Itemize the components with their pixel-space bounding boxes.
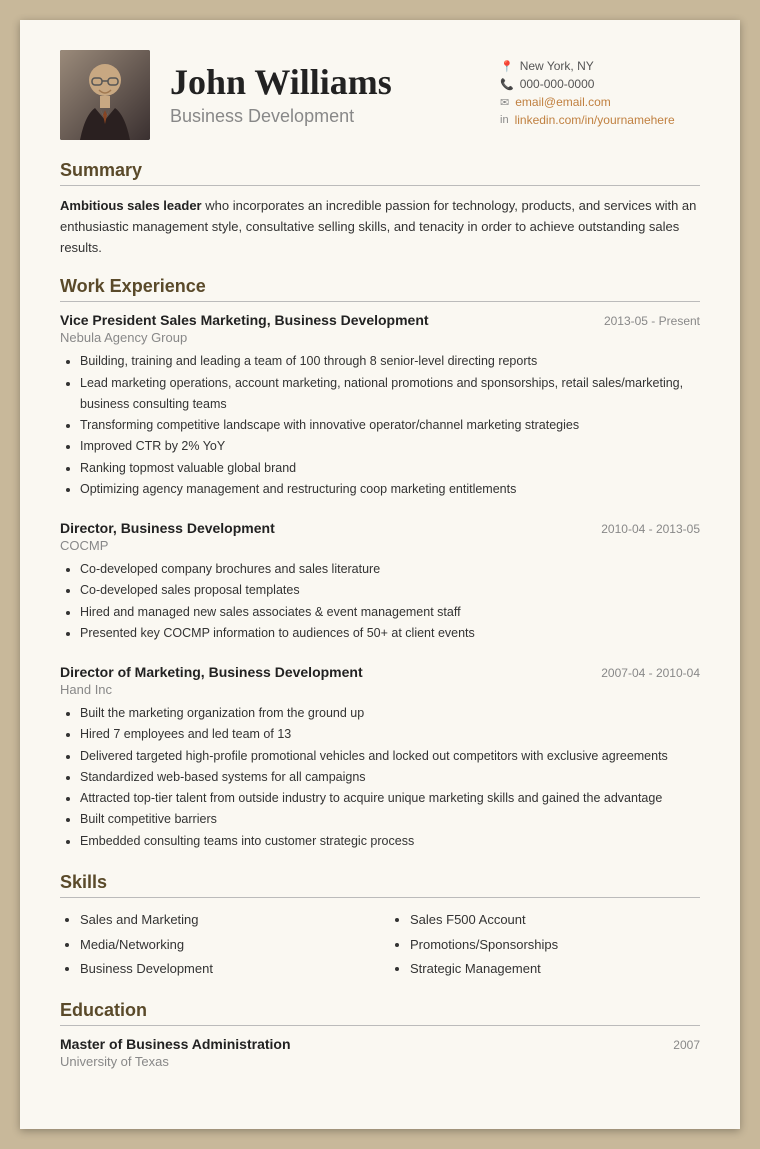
- bullet: Building, training and leading a team of…: [80, 351, 700, 372]
- summary-title: Summary: [60, 160, 700, 186]
- linkedin-icon: in: [500, 114, 509, 126]
- bullet: Embedded consulting teams into customer …: [80, 831, 700, 852]
- job-1-company: Nebula Agency Group: [60, 330, 700, 345]
- job-1-dates: 2013-05 - Present: [604, 314, 700, 328]
- job-1-bullets: Building, training and leading a team of…: [60, 351, 700, 500]
- bullet: Optimizing agency management and restruc…: [80, 479, 700, 500]
- contact-phone: 📞 000-000-0000: [500, 77, 700, 91]
- edu-1-header: Master of Business Administration 2007: [60, 1036, 700, 1052]
- job-2: Director, Business Development 2010-04 -…: [60, 520, 700, 644]
- education-title: Education: [60, 1000, 700, 1026]
- summary-text: Ambitious sales leader who incorporates …: [60, 196, 700, 258]
- job-2-header: Director, Business Development 2010-04 -…: [60, 520, 700, 536]
- bullet: Delivered targeted high-profile promotio…: [80, 746, 700, 767]
- job-1-header: Vice President Sales Marketing, Business…: [60, 312, 700, 328]
- edu-1-year: 2007: [673, 1038, 700, 1052]
- job-3-header: Director of Marketing, Business Developm…: [60, 664, 700, 680]
- candidate-title: Business Development: [170, 106, 480, 127]
- skill-item: Business Development: [80, 957, 370, 982]
- header-section: John Williams Business Development 📍 New…: [60, 50, 700, 140]
- skill-item: Sales and Marketing: [80, 908, 370, 933]
- linkedin-link[interactable]: linkedin.com/in/yournamehere: [515, 113, 675, 127]
- job-2-dates: 2010-04 - 2013-05: [601, 522, 700, 536]
- job-1-title: Vice President Sales Marketing, Business…: [60, 312, 429, 328]
- bullet: Improved CTR by 2% YoY: [80, 436, 700, 457]
- summary-section: Summary Ambitious sales leader who incor…: [60, 160, 700, 258]
- bullet: Ranking topmost valuable global brand: [80, 458, 700, 479]
- education-entry-1: Master of Business Administration 2007 U…: [60, 1036, 700, 1069]
- bullet: Standardized web-based systems for all c…: [80, 767, 700, 788]
- bullet: Hired and managed new sales associates &…: [80, 602, 700, 623]
- job-3-bullets: Built the marketing organization from th…: [60, 703, 700, 852]
- edu-1-degree: Master of Business Administration: [60, 1036, 291, 1052]
- skill-item: Promotions/Sponsorships: [410, 933, 700, 958]
- location-icon: 📍: [500, 60, 514, 73]
- work-experience-title: Work Experience: [60, 276, 700, 302]
- candidate-name: John Williams: [170, 63, 480, 103]
- resume-container: John Williams Business Development 📍 New…: [20, 20, 740, 1129]
- phone-icon: 📞: [500, 78, 514, 91]
- contact-location: 📍 New York, NY: [500, 59, 700, 73]
- skill-item: Strategic Management: [410, 957, 700, 982]
- bullet: Attracted top-tier talent from outside i…: [80, 788, 700, 809]
- job-2-bullets: Co-developed company brochures and sales…: [60, 559, 700, 644]
- job-2-title: Director, Business Development: [60, 520, 275, 536]
- bullet: Built the marketing organization from th…: [80, 703, 700, 724]
- skills-section: Skills Sales and Marketing Media/Network…: [60, 872, 700, 982]
- header-contact: 📍 New York, NY 📞 000-000-0000 ✉ email@em…: [500, 59, 700, 131]
- education-section: Education Master of Business Administrat…: [60, 1000, 700, 1069]
- bullet: Hired 7 employees and led team of 13: [80, 724, 700, 745]
- skill-item: Media/Networking: [80, 933, 370, 958]
- header-info: John Williams Business Development: [170, 63, 480, 128]
- job-2-company: COCMP: [60, 538, 700, 553]
- skill-item: Sales F500 Account: [410, 908, 700, 933]
- email-icon: ✉: [500, 96, 509, 109]
- summary-bold: Ambitious sales leader: [60, 198, 202, 213]
- bullet: Presented key COCMP information to audie…: [80, 623, 700, 644]
- bullet: Lead marketing operations, account marke…: [80, 373, 700, 416]
- contact-email: ✉ email@email.com: [500, 95, 700, 109]
- job-3-dates: 2007-04 - 2010-04: [601, 666, 700, 680]
- skills-right: Sales F500 Account Promotions/Sponsorshi…: [390, 908, 700, 982]
- contact-linkedin: in linkedin.com/in/yournamehere: [500, 113, 700, 127]
- work-experience-section: Work Experience Vice President Sales Mar…: [60, 276, 700, 852]
- avatar: [60, 50, 150, 140]
- job-1: Vice President Sales Marketing, Business…: [60, 312, 700, 500]
- job-3: Director of Marketing, Business Developm…: [60, 664, 700, 852]
- skills-title: Skills: [60, 872, 700, 898]
- bullet: Co-developed sales proposal templates: [80, 580, 700, 601]
- bullet: Co-developed company brochures and sales…: [80, 559, 700, 580]
- edu-1-school: University of Texas: [60, 1054, 700, 1069]
- bullet: Built competitive barriers: [80, 809, 700, 830]
- skills-grid: Sales and Marketing Media/Networking Bus…: [60, 908, 700, 982]
- job-3-company: Hand Inc: [60, 682, 700, 697]
- bullet: Transforming competitive landscape with …: [80, 415, 700, 436]
- email-link[interactable]: email@email.com: [515, 95, 611, 109]
- job-3-title: Director of Marketing, Business Developm…: [60, 664, 363, 680]
- skills-left: Sales and Marketing Media/Networking Bus…: [60, 908, 370, 982]
